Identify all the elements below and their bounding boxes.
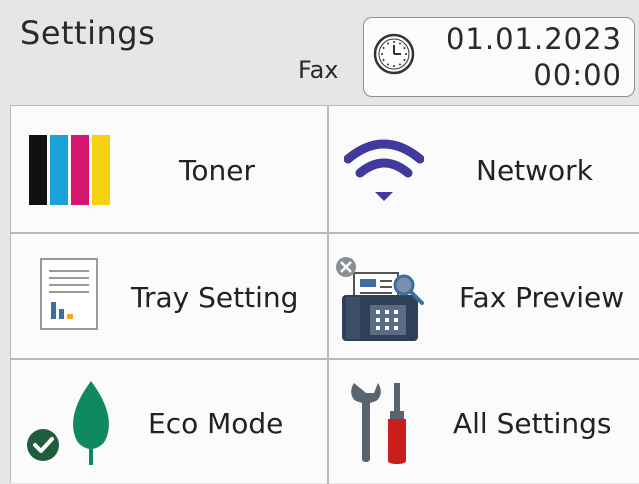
wifi-icon: [344, 137, 424, 203]
menu-item-fax-preview[interactable]: Fax Preview: [328, 233, 639, 358]
toner-icon: [29, 135, 111, 205]
date-time-button[interactable]: 01.01.2023 00:00: [363, 17, 635, 97]
network-label: Network: [476, 154, 593, 187]
fax-preview-label: Fax Preview: [459, 281, 625, 314]
mode-label: Fax: [298, 56, 339, 84]
toner-label: Toner: [179, 154, 255, 187]
header-bar: Settings Fax 01.01.2023 00:00: [0, 0, 639, 104]
all-settings-label: All Settings: [453, 407, 612, 440]
menu-item-tray-setting[interactable]: Tray Setting: [11, 233, 327, 358]
tools-icon: [348, 379, 418, 465]
clock-icon: [372, 32, 416, 76]
date-display: 01.01.2023: [445, 22, 622, 56]
menu-item-network[interactable]: Network: [328, 106, 639, 232]
fax-preview-icon: [328, 245, 438, 345]
menu-item-all-settings[interactable]: All Settings: [328, 359, 639, 484]
eco-leaf-icon: [25, 379, 115, 469]
tray-setting-label: Tray Setting: [131, 281, 299, 314]
menu-item-toner[interactable]: Toner: [11, 106, 327, 232]
eco-mode-label: Eco Mode: [148, 407, 284, 440]
page-title: Settings: [20, 14, 156, 52]
time-display: 00:00: [533, 58, 622, 92]
settings-menu-grid: Toner Network Tray Setting Fax Preview E…: [10, 105, 639, 484]
menu-item-eco-mode[interactable]: Eco Mode: [11, 359, 327, 484]
tray-setting-icon: [39, 257, 99, 331]
